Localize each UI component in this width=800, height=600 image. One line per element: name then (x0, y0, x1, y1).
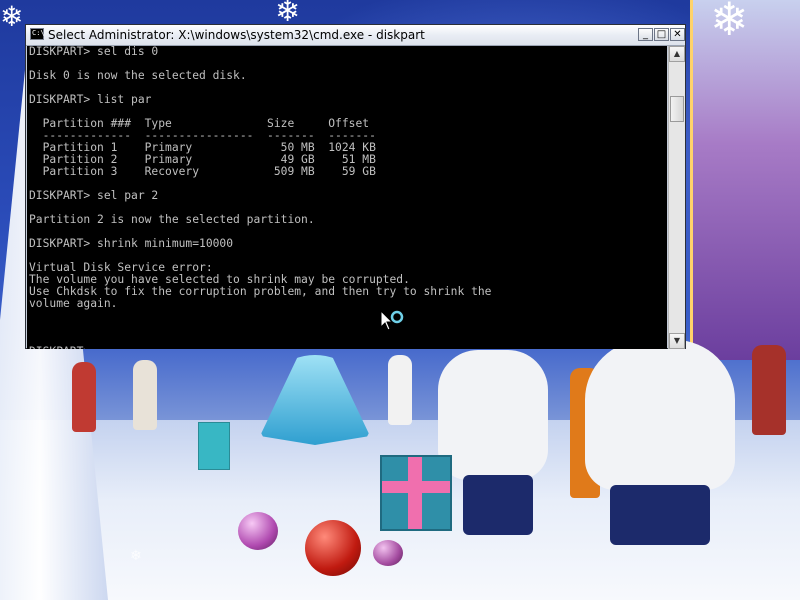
wallpaper-present (198, 422, 230, 470)
console-output: DISKPART> sel dis 0 Disk 0 is now the se… (29, 46, 492, 349)
cmd-icon-glyph: C:\ (32, 29, 45, 37)
wallpaper-present (380, 455, 452, 531)
vertical-scrollbar[interactable]: ▲ ▼ (668, 46, 685, 349)
scroll-thumb[interactable] (670, 96, 684, 122)
console-area[interactable]: DISKPART> sel dis 0 Disk 0 is now the se… (27, 46, 667, 349)
wallpaper-doll (752, 345, 786, 435)
wallpaper-castle-right (690, 0, 800, 360)
wallpaper-doll (72, 362, 96, 432)
wallpaper-doll (133, 360, 157, 430)
busy-cursor-icon (380, 309, 404, 334)
wallpaper-santa (585, 340, 735, 545)
scroll-up-button[interactable]: ▲ (669, 46, 685, 62)
snowflake-icon: ❄ (130, 548, 142, 564)
wallpaper-doll (388, 355, 412, 425)
minimize-button[interactable]: _ (638, 28, 653, 41)
wallpaper-ornament (305, 520, 361, 576)
wallpaper-ornament (238, 512, 278, 550)
cmd-window[interactable]: C:\ Select Administrator: X:\windows\sys… (25, 24, 686, 349)
wallpaper-santa (438, 350, 548, 535)
maximize-button[interactable]: □ (654, 28, 669, 41)
cmd-icon[interactable]: C:\ (30, 28, 45, 40)
snowflake-icon: ❄ (0, 0, 24, 33)
close-button[interactable]: ✕ (670, 28, 685, 41)
snowflake-icon: ❄ (710, 0, 749, 46)
window-title: Select Administrator: X:\windows\system3… (48, 28, 425, 42)
wallpaper-ornament (373, 540, 403, 566)
scroll-down-button[interactable]: ▼ (669, 333, 685, 349)
title-bar[interactable]: C:\ Select Administrator: X:\windows\sys… (26, 25, 685, 46)
